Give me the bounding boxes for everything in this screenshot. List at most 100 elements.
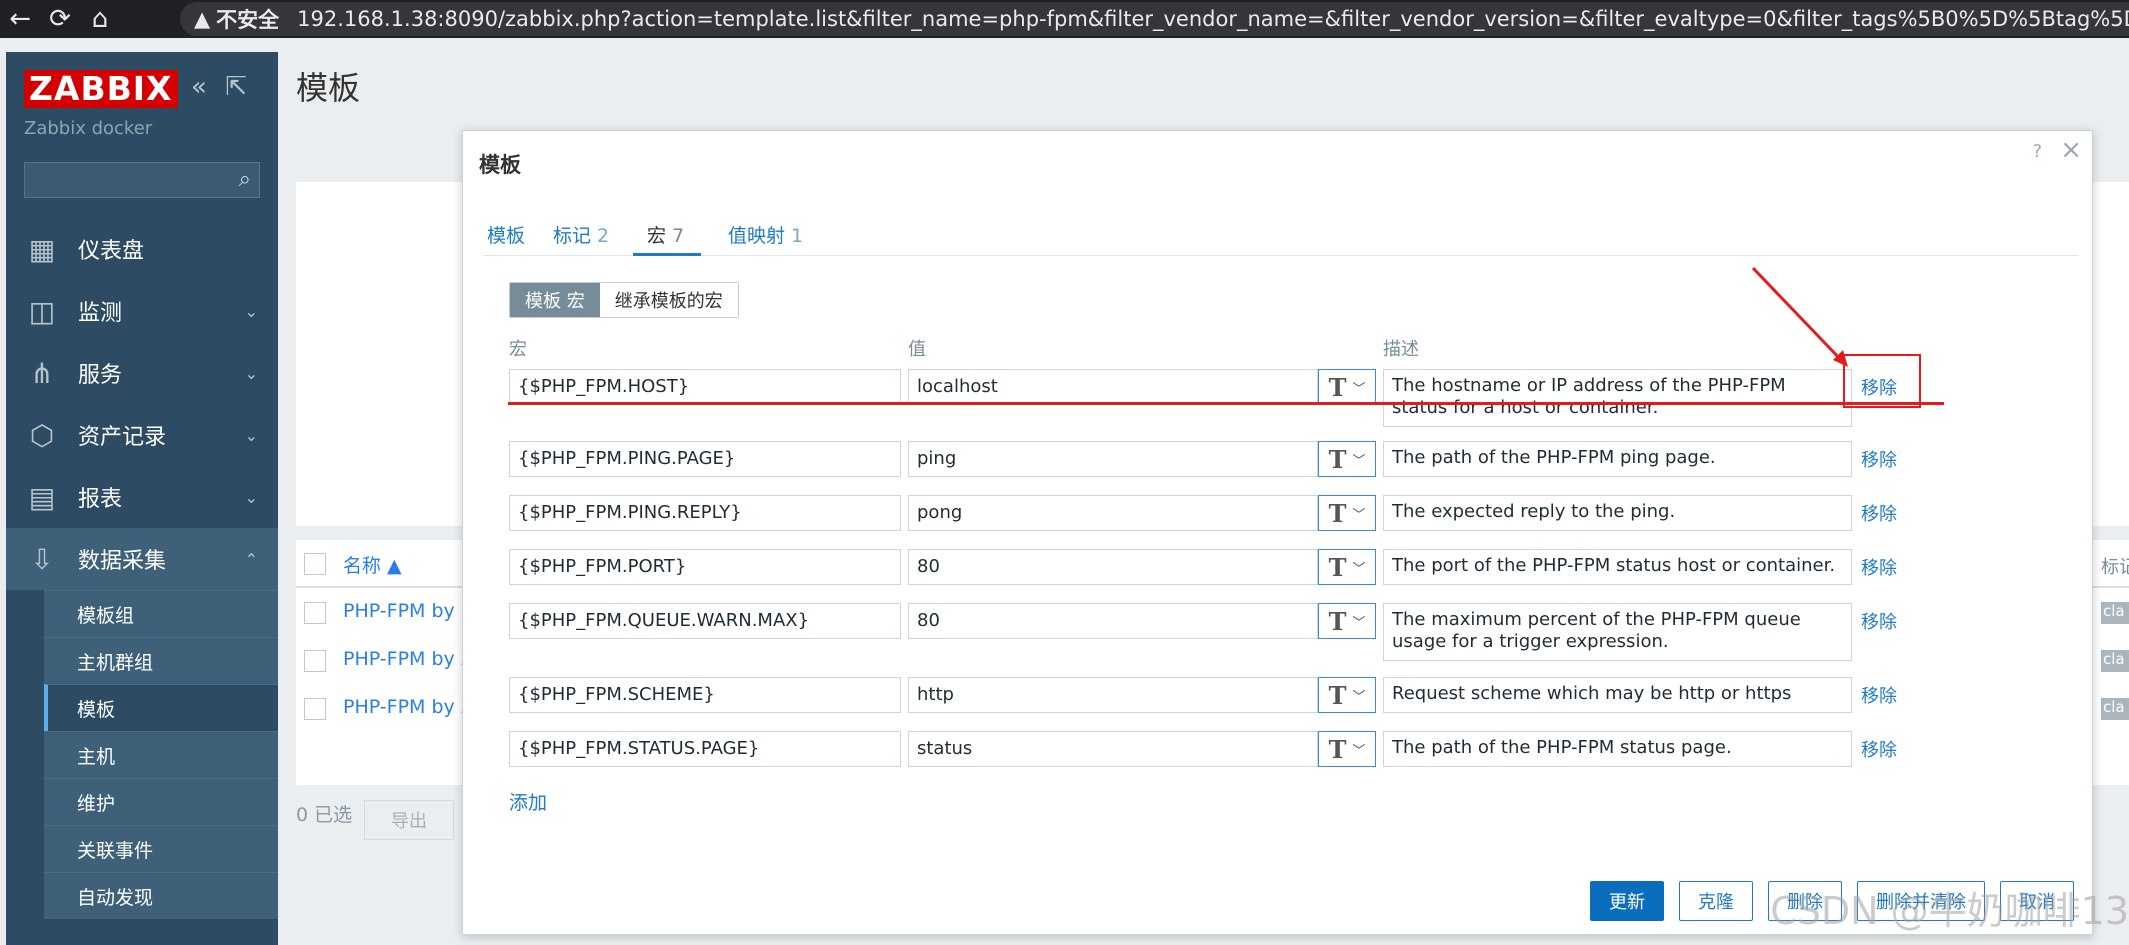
menu-label: 资产记录 <box>78 425 167 450</box>
text-type-icon: T <box>1328 680 1347 710</box>
remove-link[interactable]: 移除 <box>1861 736 1897 762</box>
search-icon[interactable]: ⌕ <box>239 167 251 192</box>
macro-input[interactable]: {$PHP_FPM.QUEUE.WARN.MAX} <box>509 603 901 639</box>
description-input[interactable]: The path of the PHP-FPM status page. <box>1383 731 1852 767</box>
description-input[interactable]: The maximum percent of the PHP-FPM queue… <box>1383 603 1852 661</box>
row-checkbox[interactable] <box>304 650 326 672</box>
template-link[interactable]: PHP-FPM by I <box>343 600 466 622</box>
description-input[interactable]: The hostname or IP address of the PHP-FP… <box>1383 369 1852 427</box>
menu-label: 监测 <box>78 301 123 326</box>
submenu-item-templates[interactable]: 模板 <box>44 684 278 731</box>
text-type-icon: T <box>1328 552 1347 582</box>
kiosk-mode-icon[interactable]: ⇱ <box>225 72 247 102</box>
submenu-item-event-correlation[interactable]: 关联事件 <box>44 825 278 872</box>
menu-item-data-collection[interactable]: ⇩ 数据采集 ⌃ <box>6 528 278 590</box>
macro-input[interactable]: {$PHP_FPM.PORT} <box>509 549 901 585</box>
value-input[interactable]: ping <box>908 441 1318 477</box>
menu-label: 报表 <box>78 487 123 512</box>
row-checkbox[interactable] <box>304 602 326 624</box>
value-input[interactable]: 80 <box>908 603 1318 639</box>
value-type-dropdown[interactable]: T ﹀ <box>1318 677 1376 713</box>
value-input[interactable]: http <box>908 677 1318 713</box>
collapse-sidebar-icon[interactable]: « <box>191 72 207 102</box>
tab-tags[interactable]: 标记 2 <box>553 221 609 248</box>
value-type-dropdown[interactable]: T ﹀ <box>1318 441 1376 477</box>
sidebar-search-input[interactable]: ⌕ <box>24 162 260 198</box>
tag-badge: cla <box>2101 650 2129 672</box>
description-input[interactable]: The expected reply to the ping. <box>1383 495 1852 531</box>
submenu-item-maintenance[interactable]: 维护 <box>44 778 278 825</box>
submenu-item-hosts[interactable]: 主机 <box>44 731 278 778</box>
tag-badge: cla <box>2101 698 2129 720</box>
macro-input[interactable]: {$PHP_FPM.HOST} <box>509 369 901 405</box>
menu-label: 仪表盘 <box>78 239 145 264</box>
tab-value-mapping[interactable]: 值映射 1 <box>728 221 803 248</box>
select-all-checkbox[interactable] <box>304 553 326 575</box>
value-type-dropdown[interactable]: T ﹀ <box>1318 549 1376 585</box>
template-link[interactable]: PHP-FPM by Z <box>343 696 474 718</box>
menu-item-dashboard[interactable]: ▦ 仪表盘 <box>6 218 278 280</box>
value-input[interactable]: 80 <box>908 549 1318 585</box>
chevron-down-icon: ⌄ <box>244 363 258 383</box>
value-type-dropdown[interactable]: T ﹀ <box>1318 369 1376 405</box>
submenu-item-discovery[interactable]: 自动发现 <box>44 872 278 919</box>
menu-item-monitoring[interactable]: ◫ 监测 ⌄ <box>6 280 278 342</box>
remove-link[interactable]: 移除 <box>1861 446 1897 472</box>
description-input[interactable]: The port of the PHP-FPM status host or c… <box>1383 549 1852 585</box>
description-input[interactable]: The path of the PHP-FPM ping page. <box>1383 441 1852 477</box>
chevron-down-icon: ﹀ <box>1352 743 1366 759</box>
value-input[interactable]: localhost <box>908 369 1318 405</box>
export-button[interactable]: 导出 <box>364 800 454 840</box>
zabbix-logo[interactable]: ZABBIX <box>24 70 178 108</box>
warning-icon: ▲ <box>194 7 211 31</box>
services-icon: ⋔ <box>30 356 54 390</box>
tab-macros[interactable]: 宏7 <box>647 221 684 248</box>
template-macros-button[interactable]: 模板 宏 <box>510 283 600 317</box>
menu-item-inventory[interactable]: ⬡ 资产记录 ⌄ <box>6 404 278 466</box>
chevron-down-icon: ⌄ <box>244 487 258 507</box>
macro-input[interactable]: {$PHP_FPM.PING.PAGE} <box>509 441 901 477</box>
remove-link[interactable]: 移除 <box>1861 500 1897 526</box>
remove-link[interactable]: 移除 <box>1861 608 1897 634</box>
update-button[interactable]: 更新 <box>1590 881 1664 921</box>
close-icon[interactable]: × <box>2060 135 2082 165</box>
name-column-header[interactable]: 名称 ▲ <box>343 551 402 578</box>
macro-input[interactable]: {$PHP_FPM.PING.REPLY} <box>509 495 901 531</box>
value-type-dropdown[interactable]: T ﹀ <box>1318 603 1376 639</box>
reload-icon[interactable]: ⟳ <box>40 0 80 38</box>
submenu-item-host-groups[interactable]: 主机群组 <box>44 637 278 684</box>
value-type-dropdown[interactable]: T ﹀ <box>1318 495 1376 531</box>
url-text: 192.168.1.38:8090/zabbix.php?action=temp… <box>297 7 2129 31</box>
add-macro-link[interactable]: 添加 <box>509 788 547 815</box>
dashboard-icon: ▦ <box>28 232 56 266</box>
value-input[interactable]: status <box>908 731 1318 767</box>
address-bar[interactable]: ▲ 不安全 192.168.1.38:8090/zabbix.php?actio… <box>180 2 2129 36</box>
submenu-item-template-groups[interactable]: 模板组 <box>44 590 278 637</box>
template-link[interactable]: PHP-FPM by Z <box>343 648 474 670</box>
text-type-icon: T <box>1328 498 1347 528</box>
back-icon[interactable]: ← <box>0 0 40 38</box>
menu-item-services[interactable]: ⋔ 服务 ⌄ <box>6 342 278 404</box>
tab-templates[interactable]: 模板 <box>487 221 525 248</box>
value-type-dropdown[interactable]: T ﹀ <box>1318 731 1376 767</box>
modal-title: 模板 <box>479 153 521 177</box>
macro-source-toggle: 模板 宏 继承模板的宏 <box>509 282 739 318</box>
row-checkbox[interactable] <box>304 698 326 720</box>
clone-button[interactable]: 克隆 <box>1679 881 1753 921</box>
inventory-icon: ⬡ <box>29 418 55 452</box>
description-input[interactable]: Request scheme which may be http or http… <box>1383 677 1852 713</box>
inherited-macros-button[interactable]: 继承模板的宏 <box>599 283 738 317</box>
watermark: CSDN @牛奶咖啡13 <box>1770 889 2129 933</box>
macro-input[interactable]: {$PHP_FPM.STATUS.PAGE} <box>509 731 901 767</box>
remove-link[interactable]: 移除 <box>1861 682 1897 708</box>
macro-input[interactable]: {$PHP_FPM.SCHEME} <box>509 677 901 713</box>
chevron-down-icon: ﹀ <box>1352 381 1366 397</box>
remove-link[interactable]: 移除 <box>1861 554 1897 580</box>
help-icon[interactable]: ? <box>2032 141 2042 162</box>
home-icon[interactable]: ⌂ <box>80 0 120 38</box>
value-input[interactable]: pong <box>908 495 1318 531</box>
text-type-icon: T <box>1328 444 1347 474</box>
menu-item-reports[interactable]: ▤ 报表 ⌄ <box>6 466 278 528</box>
sidebar: ZABBIX « ⇱ Zabbix docker ⌕ ▦ 仪表盘 ◫ 监测 ⌄ … <box>6 52 278 945</box>
chevron-up-icon: ⌃ <box>244 549 258 569</box>
